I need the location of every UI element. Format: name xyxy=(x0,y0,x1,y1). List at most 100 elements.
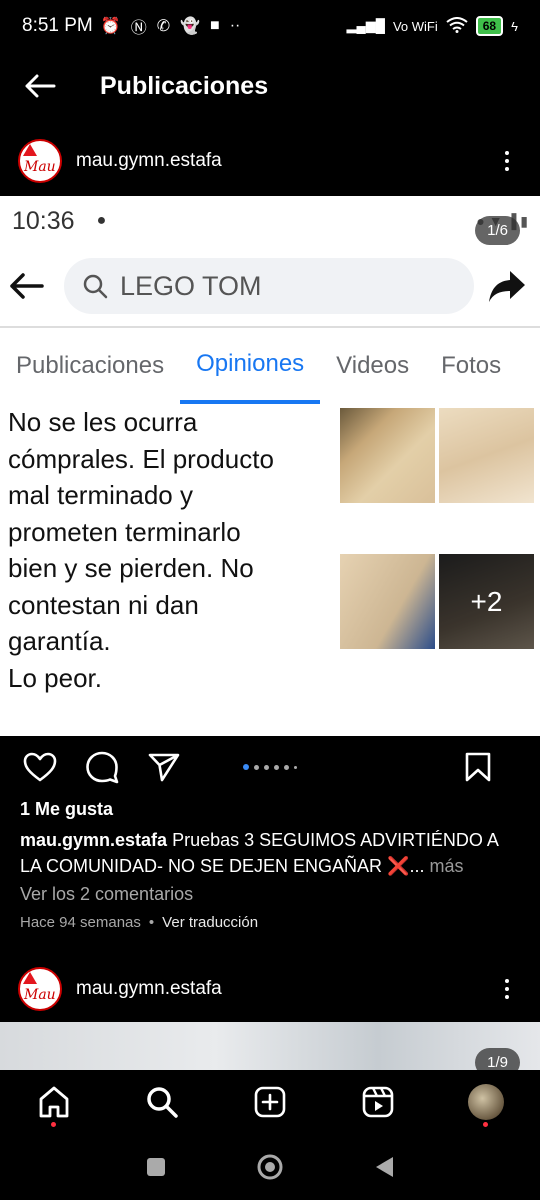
translate-link[interactable]: Ver traducción xyxy=(162,914,258,931)
view-comments-link[interactable]: Ver los 2 comentarios xyxy=(20,884,193,905)
save-button[interactable] xyxy=(458,747,498,787)
notification-dot xyxy=(51,1122,56,1127)
back-triangle-icon[interactable] xyxy=(373,1155,395,1179)
send-icon xyxy=(148,753,180,782)
carousel-dot-active xyxy=(243,764,249,770)
warning-icon xyxy=(23,144,37,156)
embedded-search-bar: LEGO TOM xyxy=(0,246,540,326)
alarm-icon: ⏰ xyxy=(100,18,121,35)
comment-icon xyxy=(86,751,119,784)
embedded-search-text: LEGO TOM xyxy=(120,270,262,301)
home-icon xyxy=(39,1086,69,1118)
more-dot-icon xyxy=(505,979,509,983)
next-post-header: Mau mau.gymn.estafa xyxy=(0,956,540,1022)
post-username[interactable]: mau.gymn.estafa xyxy=(76,150,222,172)
review-photo xyxy=(340,408,435,503)
embedded-share-icon xyxy=(489,271,525,302)
review-text: No se les ocurra cómprales. El producto … xyxy=(8,407,274,693)
status-bar: 8:51 PM ⏰ Ⓝ ✆ 👻 ■ ·· ▂▄▆█ Vo WiFi 68 ϟ xyxy=(0,0,540,52)
avatar[interactable]: Mau xyxy=(18,967,62,1011)
like-button[interactable] xyxy=(20,747,60,787)
plus-square-icon xyxy=(254,1086,286,1118)
status-right: ▂▄▆█ Vo WiFi 68 ϟ xyxy=(347,16,518,36)
signal-icon: ▂▄▆█ xyxy=(346,18,385,33)
wifi-icon xyxy=(446,16,468,36)
heart-icon xyxy=(23,752,57,782)
embedded-time: 10:36 xyxy=(12,206,75,235)
status-time: 8:51 PM xyxy=(22,15,93,36)
post-caption[interactable]: mau.gymn.estafa Pruebas 3 SEGUIMOS ADVIR… xyxy=(20,827,520,879)
battery-indicator: 68 xyxy=(475,16,504,36)
arrow-left-icon xyxy=(25,74,56,98)
image-counter: 1/6 xyxy=(475,216,520,245)
embedded-search-icon xyxy=(83,274,108,299)
more-options-button[interactable] xyxy=(492,151,522,171)
more-dot-icon xyxy=(505,159,509,163)
page-title: Publicaciones xyxy=(100,71,269,100)
caption-more-link[interactable]: más xyxy=(430,856,464,876)
nav-home[interactable] xyxy=(29,1077,79,1127)
caption-username[interactable]: mau.gymn.estafa xyxy=(20,830,167,850)
nfc-icon: Ⓝ xyxy=(130,20,147,37)
nav-search[interactable] xyxy=(137,1077,187,1127)
review-photo-grid: +2 xyxy=(340,408,534,696)
carousel-dot xyxy=(284,764,289,770)
review-photo xyxy=(340,554,435,649)
embedded-dot-icon: ● xyxy=(96,212,107,229)
overflow-dots-icon: ·· xyxy=(229,17,241,34)
embedded-tab-publicaciones: Publicaciones xyxy=(16,352,165,379)
video-icon: ■ xyxy=(210,17,220,34)
bookmark-icon xyxy=(465,752,491,782)
review-photo xyxy=(439,408,534,503)
home-circle-icon[interactable] xyxy=(256,1153,284,1181)
post-time: Hace 94 semanas xyxy=(20,914,141,931)
nav-reels[interactable] xyxy=(353,1077,403,1127)
avatar[interactable]: Mau xyxy=(18,139,62,183)
embedded-search-field: LEGO TOM xyxy=(64,258,474,314)
warning-icon xyxy=(23,972,37,984)
profile-avatar xyxy=(468,1084,504,1120)
embedded-tabs: Publicaciones Opiniones Videos Fotos xyxy=(0,328,540,404)
notification-dot xyxy=(483,1122,488,1127)
embedded-tab-opiniones: Opiniones xyxy=(180,328,321,404)
post-meta: Hace 94 semanas • Ver traducción xyxy=(20,914,258,931)
embedded-tab-fotos: Fotos xyxy=(441,352,502,379)
recents-icon[interactable] xyxy=(145,1156,167,1178)
post-image[interactable]: 10:36 ● ● ▼ ▐ ▮ 1/6 LEGO TOM Publicacion… xyxy=(0,196,540,736)
system-navigation xyxy=(0,1134,540,1200)
embedded-review: No se les ocurra cómprales. El producto … xyxy=(0,404,540,696)
back-button[interactable] xyxy=(0,52,80,120)
nav-create[interactable] xyxy=(245,1077,295,1127)
post-actions xyxy=(0,740,540,794)
carousel-dot xyxy=(294,765,297,769)
extra-photos-count: +2 xyxy=(439,554,534,649)
top-app-bar: Publicaciones xyxy=(0,52,540,120)
comment-button[interactable] xyxy=(82,747,122,787)
share-button[interactable] xyxy=(144,747,184,787)
embedded-back-arrow-icon xyxy=(10,273,44,299)
carousel-dot xyxy=(264,764,269,770)
more-dot-icon xyxy=(505,151,509,155)
carousel-dot xyxy=(254,764,259,770)
more-dot-icon xyxy=(505,995,509,999)
embedded-status-bar: 10:36 ● ● ▼ ▐ ▮ xyxy=(0,196,540,246)
more-dot-icon xyxy=(505,987,509,991)
carousel-indicator xyxy=(243,764,297,770)
charging-icon: ϟ xyxy=(511,18,518,34)
more-dot-icon xyxy=(505,167,509,171)
call-icon: ✆ xyxy=(156,18,171,35)
next-post-image[interactable]: 1/9 xyxy=(0,1022,540,1070)
image-counter: 1/9 xyxy=(475,1048,520,1070)
review-photo: +2 xyxy=(439,554,534,649)
like-count[interactable]: 1 Me gusta xyxy=(20,799,113,820)
nav-profile[interactable] xyxy=(461,1077,511,1127)
vowifi-label: Vo WiFi xyxy=(392,18,438,34)
more-options-button[interactable] xyxy=(492,979,522,999)
post-username[interactable]: mau.gymn.estafa xyxy=(76,978,222,1000)
embedded-tab-videos: Videos xyxy=(336,352,410,379)
reels-icon xyxy=(362,1086,394,1118)
bottom-navigation xyxy=(0,1070,540,1134)
search-icon xyxy=(147,1087,178,1118)
carousel-dot xyxy=(274,764,279,770)
post-header: Mau mau.gymn.estafa xyxy=(0,128,540,194)
